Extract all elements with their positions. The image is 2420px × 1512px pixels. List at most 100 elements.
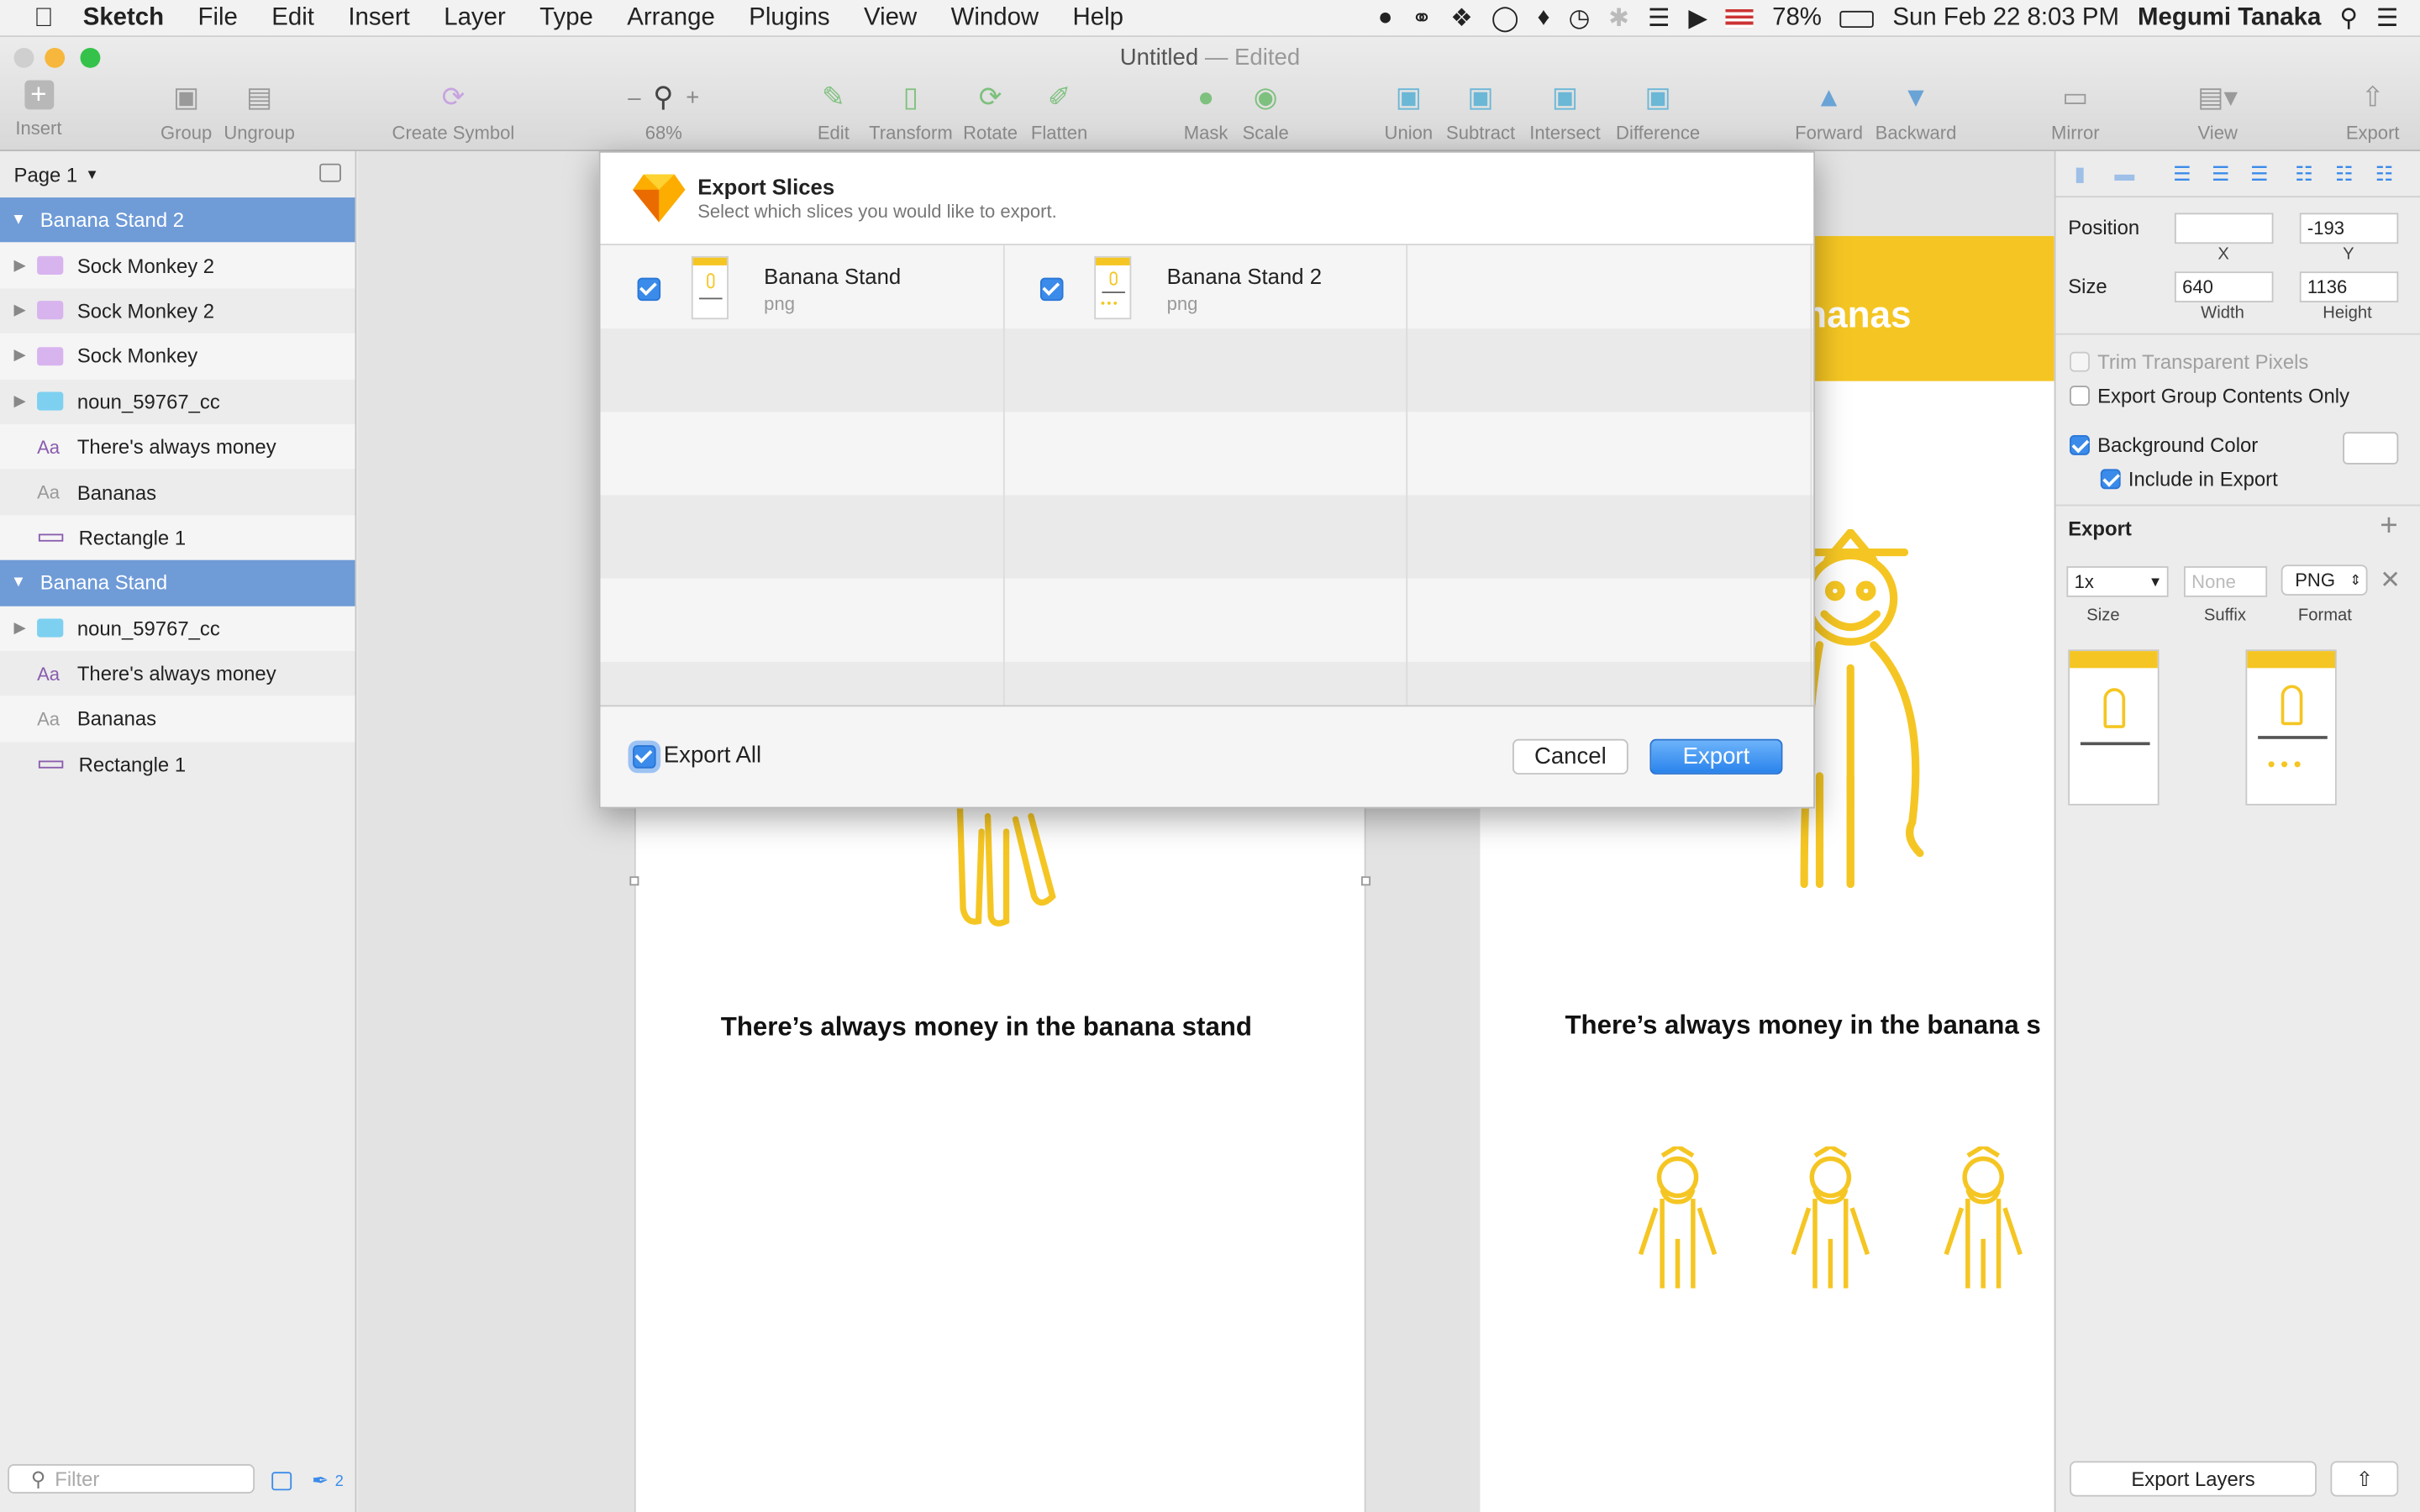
menu-file[interactable]: File (181, 4, 255, 32)
trim-transparent-checkbox[interactable] (2070, 351, 2090, 372)
export-toolbar-button[interactable]: ⇧ Export (2346, 81, 2400, 143)
menu-layer[interactable]: Layer (427, 4, 523, 32)
backward-button[interactable]: ▼ Backward (1876, 81, 1957, 143)
slice-item-banana-stand[interactable]: Banana Stand png (600, 245, 1004, 328)
menu-type[interactable]: Type (523, 4, 610, 32)
menu-help[interactable]: Help (1055, 4, 1140, 32)
menu-user[interactable]: Megumi Tanaka (2138, 5, 2321, 33)
disclosure-closed-icon[interactable]: ▶ (14, 348, 26, 365)
pages-icon[interactable] (271, 1472, 292, 1491)
slice-item-banana-stand-2[interactable]: ●●● Banana Stand 2 png (1005, 245, 1407, 328)
transform-button[interactable]: ▯ Transform (869, 81, 953, 143)
time-machine-icon[interactable]: ◷ (1569, 3, 1591, 34)
sync-icon[interactable]: ◯ (1491, 3, 1519, 34)
menu-plugins[interactable]: Plugins (732, 4, 847, 32)
layer-artboard-banana-stand[interactable]: ▼ Banana Stand (0, 559, 355, 606)
export-all-label[interactable]: Export All (664, 742, 761, 768)
insert-button[interactable]: + Insert (15, 79, 61, 139)
disclosure-open-icon[interactable]: ▼ (11, 212, 26, 228)
position-y-field[interactable]: -193 (2299, 213, 2399, 244)
menu-arrange[interactable]: Arrange (610, 4, 732, 32)
zoom-in-button[interactable]: + (686, 84, 699, 110)
align-left-icon[interactable]: ☰ (2173, 162, 2191, 186)
spotlight-icon[interactable]: ⚲ (2339, 3, 2358, 34)
export-preview-1[interactable] (2068, 649, 2160, 806)
page-selector[interactable]: Page 1 ▼ (0, 151, 355, 197)
width-field[interactable]: 640 (2174, 271, 2274, 302)
layer-text[interactable]: Aa There's always money (0, 651, 355, 696)
collapse-pages-icon[interactable] (319, 163, 341, 182)
volume-icon[interactable]: ▶ (1688, 3, 1707, 34)
subtract-button[interactable]: ▣ Subtract (1446, 81, 1515, 143)
background-color-checkbox[interactable] (2070, 434, 2090, 455)
menu-window[interactable]: Window (934, 4, 1055, 32)
add-export-plus-icon[interactable]: + (2380, 509, 2397, 544)
battery-icon[interactable] (1839, 9, 1875, 28)
status-bubble-icon[interactable]: ● (1378, 5, 1393, 33)
union-button[interactable]: ▣ Union (1385, 81, 1434, 143)
share-button[interactable]: ⇧ (2330, 1461, 2399, 1497)
difference-button[interactable]: ▣ Difference (1616, 81, 1700, 143)
ungroup-button[interactable]: ▤ Ungroup (224, 81, 295, 143)
layer-group[interactable]: ▶ noun_59767_cc (0, 379, 355, 424)
mask-button[interactable]: ● Mask (1184, 81, 1228, 143)
remove-export-icon[interactable]: ✕ (2380, 564, 2401, 596)
wifi-icon[interactable]: ☰ (1648, 3, 1670, 34)
cancel-button[interactable]: Cancel (1512, 738, 1628, 775)
slices-pen-icon[interactable]: ✒ (312, 1469, 329, 1494)
resize-handle[interactable] (629, 876, 639, 886)
layer-text[interactable]: Aa Bananas (0, 470, 355, 515)
notification-center-icon[interactable]: ☰ (2376, 3, 2398, 34)
layer-group[interactable]: ▶ Sock Monkey (0, 333, 355, 380)
resize-handle[interactable] (1360, 876, 1371, 886)
menu-edit[interactable]: Edit (255, 4, 331, 32)
edit-button[interactable]: ✎ Edit (817, 81, 850, 143)
scale-button[interactable]: ◉ Scale (1243, 81, 1289, 143)
export-preview-2[interactable]: ●●● (2245, 649, 2337, 806)
bluetooth-icon[interactable]: ✱ (1608, 3, 1629, 34)
zoom-out-button[interactable]: – (628, 84, 640, 110)
disclosure-open-icon[interactable]: ▼ (11, 575, 26, 591)
position-x-field[interactable] (2174, 213, 2274, 244)
disclosure-closed-icon[interactable]: ▶ (14, 393, 26, 410)
align-right-icon[interactable]: ☰ (2250, 162, 2268, 186)
layer-shape[interactable]: Rectangle 1 (0, 514, 355, 560)
menu-view[interactable]: View (847, 4, 934, 32)
layer-text[interactable]: Aa There's always money (0, 424, 355, 470)
intersect-button[interactable]: ▣ Intersect (1529, 81, 1601, 143)
distribute-horizontal-icon[interactable]: ▮ (2075, 162, 2086, 186)
align-middle-icon[interactable]: ☷ (2335, 162, 2353, 186)
distribute-vertical-icon[interactable]: ▬ (2114, 162, 2134, 186)
group-contents-only-checkbox[interactable] (2070, 386, 2090, 407)
apple-menu-icon[interactable]:  (0, 3, 71, 34)
layer-group[interactable]: ▶ Sock Monkey 2 (0, 243, 355, 289)
battery-percent[interactable]: 78% (1772, 5, 1822, 33)
menu-app-name[interactable]: Sketch (71, 4, 181, 32)
export-layers-button[interactable]: Export Layers (2070, 1461, 2317, 1497)
export-button[interactable]: Export (1649, 738, 1783, 775)
group-button[interactable]: ▣ Group (160, 81, 212, 143)
layer-text[interactable]: Aa Bananas (0, 696, 355, 742)
disclosure-closed-icon[interactable]: ▶ (14, 302, 26, 319)
mirror-button[interactable]: ▭ Mirror (2051, 81, 2100, 143)
menu-insert[interactable]: Insert (331, 4, 427, 32)
creative-cloud-icon[interactable]: ⚭ (1412, 3, 1433, 34)
disclosure-closed-icon[interactable]: ▶ (14, 257, 26, 274)
align-top-icon[interactable]: ☷ (2295, 162, 2312, 186)
menu-clock[interactable]: Sun Feb 22 8:03 PM (1892, 5, 2119, 33)
background-color-swatch[interactable] (2343, 432, 2399, 465)
slice-checkbox[interactable] (1039, 277, 1064, 302)
zoom-control[interactable]: – ⚲ + 68% (618, 81, 710, 143)
export-format-select[interactable]: PNG ⇕ (2281, 564, 2368, 596)
align-bottom-icon[interactable]: ☷ (2375, 162, 2393, 186)
forward-button[interactable]: ▲ Forward (1795, 81, 1863, 143)
create-symbol-button[interactable]: ⟳ Create Symbol (392, 81, 515, 143)
layer-filter-input[interactable]: ⚲ Filter (8, 1464, 255, 1494)
flag-icon[interactable] (1726, 9, 1754, 29)
evernote-icon[interactable]: ♦ (1538, 5, 1550, 33)
export-scale-select[interactable]: 1x ▼ (2066, 566, 2169, 597)
align-center-icon[interactable]: ☰ (2212, 162, 2229, 186)
height-field[interactable]: 1136 (2299, 271, 2399, 302)
view-button[interactable]: ▤▾ View (2197, 81, 2238, 143)
dropbox-icon[interactable]: ❖ (1450, 3, 1472, 34)
